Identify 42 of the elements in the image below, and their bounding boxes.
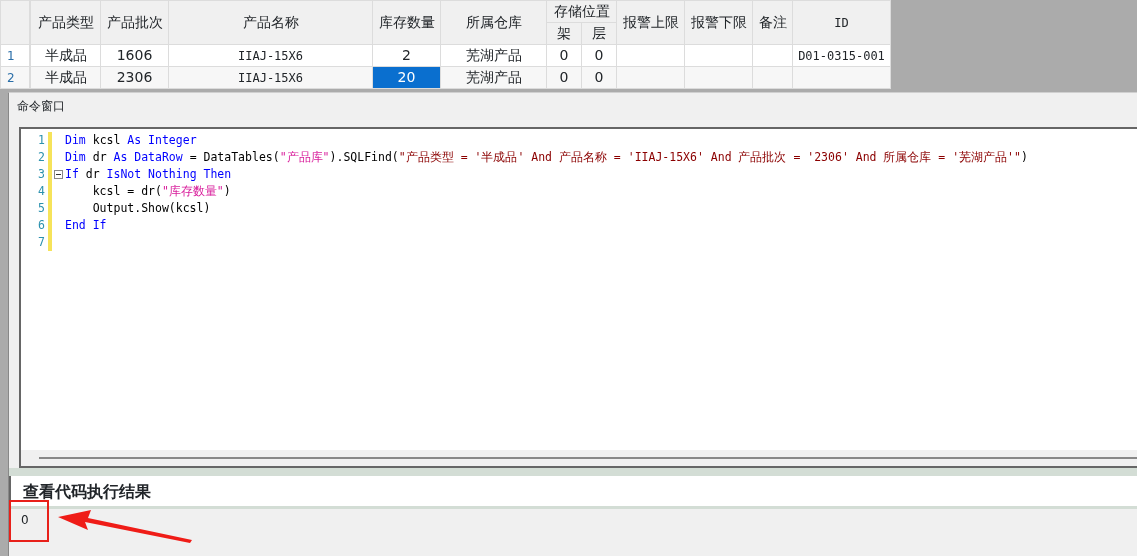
table-cell: 0 bbox=[581, 44, 617, 67]
code-line: kcsl = dr("库存数量") bbox=[91, 183, 231, 200]
window-title: 命令窗口 bbox=[17, 99, 65, 113]
collapse-icon[interactable] bbox=[54, 170, 63, 179]
table-cell: 2 bbox=[372, 44, 441, 67]
row-number[interactable]: 1 bbox=[0, 44, 30, 67]
column-header[interactable]: 产品名称 bbox=[168, 0, 373, 45]
table-cell: IIAJ-15X6 bbox=[168, 44, 373, 67]
scrollbar[interactable] bbox=[21, 450, 1137, 466]
table-cell: 0 bbox=[546, 44, 582, 67]
column-header[interactable]: 报警下限 bbox=[684, 0, 753, 45]
code-line: If dr IsNot Nothing Then bbox=[65, 166, 232, 183]
table-cell: 1606 bbox=[100, 44, 169, 67]
table-cell: 芜湖产品 bbox=[440, 44, 547, 67]
table-cell: 半成品 bbox=[30, 66, 101, 89]
code-line: Output.Show(kcsl) bbox=[91, 200, 211, 217]
line-number: 6 bbox=[37, 217, 45, 234]
table-cell: IIAJ-15X6 bbox=[168, 66, 373, 89]
code-line: End If bbox=[65, 217, 107, 234]
row-number[interactable]: 2 bbox=[0, 66, 30, 89]
column-header[interactable]: ID bbox=[792, 0, 891, 45]
code-line: Dim dr As DataRow = DataTables("产品库").SQLFind("产品类型 = '半成品' And 产品名称 = 'IIAJ-15X6' And 产品批次 = '2306' And 所属仓库 = '芜湖产品'") bbox=[65, 149, 1028, 166]
column-header[interactable]: 库存数量 bbox=[372, 0, 441, 45]
line-number: 3 bbox=[37, 166, 45, 183]
line-number: 2 bbox=[37, 149, 45, 166]
highlight-box bbox=[9, 500, 49, 542]
line-number: 1 bbox=[37, 132, 45, 149]
table-cell: 半成品 bbox=[30, 44, 101, 67]
line-number: 4 bbox=[37, 183, 45, 200]
table-cell: D01-0315-001 bbox=[792, 44, 891, 67]
column-header[interactable]: 报警上限 bbox=[616, 0, 685, 45]
section-heading: 查看代码执行结果 bbox=[23, 482, 151, 501]
column-header[interactable]: 备注 bbox=[752, 0, 793, 45]
code-editor[interactable] bbox=[19, 127, 1137, 468]
column-header[interactable]: 所属仓库 bbox=[440, 0, 547, 45]
code-line: Dim kcsl As Integer bbox=[65, 132, 197, 149]
column-header[interactable]: 产品类型 bbox=[30, 0, 101, 45]
output-text: 0 bbox=[21, 513, 29, 527]
line-number: 5 bbox=[37, 200, 45, 217]
column-header[interactable]: 存储位置 bbox=[546, 0, 617, 23]
line-number: 7 bbox=[37, 234, 45, 251]
column-header[interactable]: 产品批次 bbox=[100, 0, 169, 45]
